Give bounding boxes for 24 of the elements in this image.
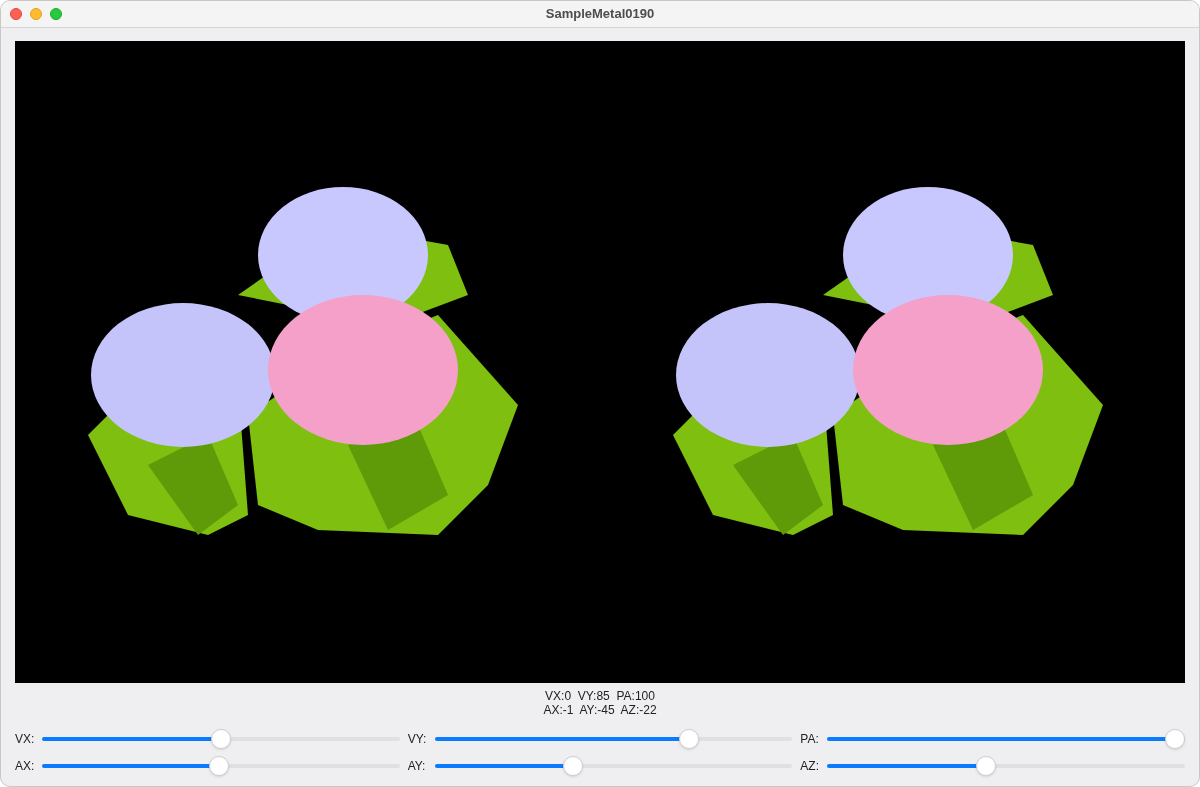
zoom-button[interactable]	[50, 8, 62, 20]
slider[interactable]	[42, 756, 400, 776]
value-readout: VX:0 VY:85 PA:100	[545, 689, 655, 703]
slider[interactable]	[434, 729, 793, 749]
window-title: SampleMetal0190	[545, 5, 655, 24]
slider-thumb[interactable]	[209, 756, 230, 776]
slider-thumb[interactable]	[210, 729, 231, 749]
slider[interactable]	[434, 756, 793, 776]
slider[interactable]	[42, 729, 400, 749]
minimize-button[interactable]	[30, 8, 42, 20]
close-button[interactable]	[10, 8, 22, 20]
slider[interactable]	[827, 756, 1185, 776]
slider-label: AX:	[15, 758, 36, 775]
slider-thumb[interactable]	[1165, 729, 1185, 749]
slider-label: VX:	[15, 731, 36, 748]
slider[interactable]	[827, 729, 1185, 749]
slider-thumb[interactable]	[679, 729, 700, 749]
slider-label: AZ:	[800, 758, 820, 775]
slider-thumb[interactable]	[562, 756, 583, 776]
slider-label: PA:	[800, 731, 820, 748]
slider-label: VY:	[407, 731, 428, 748]
slider-label: AY:	[407, 758, 427, 775]
value-readout: AX:-1 AY:-45 AZ:-22	[543, 703, 657, 717]
slider-thumb[interactable]	[975, 756, 996, 776]
